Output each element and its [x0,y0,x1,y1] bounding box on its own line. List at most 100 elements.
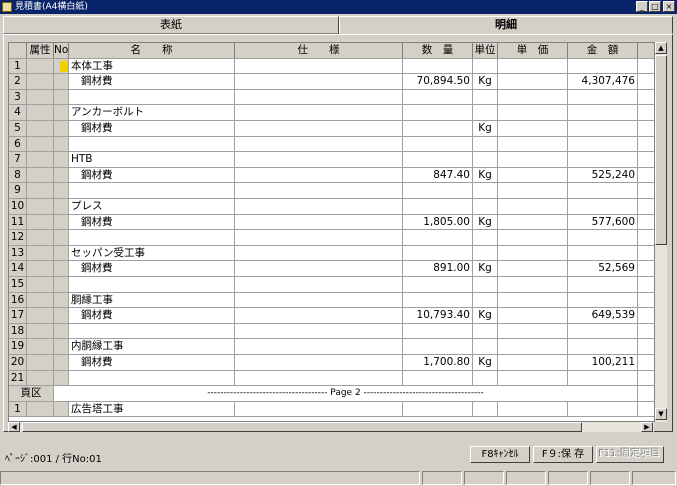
attr-cell[interactable] [27,245,54,261]
amount-cell[interactable] [568,136,638,152]
price-cell[interactable] [498,89,568,105]
attr-cell[interactable] [27,401,54,417]
table-row[interactable]: 5 鋼材費 Kg [9,121,654,137]
spec-cell[interactable] [235,183,403,198]
qty-cell[interactable]: 10,793.40 [403,308,473,323]
spec-cell[interactable] [235,308,403,323]
amount-cell[interactable] [568,89,638,105]
amount-cell[interactable] [568,230,638,245]
qty-cell[interactable] [403,183,473,198]
unit-cell[interactable] [473,277,498,292]
qty-cell[interactable] [403,323,473,339]
name-cell[interactable]: 鋼材費 [69,167,235,183]
attr-cell[interactable] [27,214,54,230]
attr-cell[interactable] [27,277,54,292]
qty-cell[interactable] [403,136,473,152]
name-cell[interactable] [69,136,235,152]
unit-cell[interactable] [473,245,498,261]
table-row[interactable]: 6 [9,136,654,153]
price-cell[interactable] [498,58,568,74]
qty-cell[interactable] [403,230,473,245]
no-cell[interactable] [54,121,69,136]
scroll-left-icon[interactable]: ◀ [8,422,20,432]
unit-cell[interactable]: Kg [473,355,498,370]
unit-cell[interactable] [473,292,498,308]
qty-cell[interactable] [403,121,473,136]
scroll-thumb[interactable] [655,55,667,245]
price-cell[interactable] [498,277,568,292]
attr-cell[interactable] [27,105,54,120]
table-row[interactable]: 17 鋼材費 10,793.40 Kg 649,539 [9,308,654,324]
scroll-down-icon[interactable]: ▼ [655,408,667,420]
amount-cell[interactable] [568,370,638,386]
cancel-button[interactable]: F8ｷｬﾝｾﾙ [470,446,530,463]
qty-cell[interactable] [403,152,473,167]
no-cell[interactable] [54,245,69,261]
spec-cell[interactable] [235,121,403,136]
attr-cell[interactable] [27,183,54,198]
hscroll-thumb[interactable] [22,422,582,432]
name-cell[interactable]: セッパン受工事 [69,245,235,261]
table-row[interactable]: 15 [9,277,654,293]
table-row[interactable]: 20 鋼材費 1,700.80 Kg 100,211 [9,355,654,371]
unit-cell[interactable] [473,58,498,74]
price-cell[interactable] [498,230,568,245]
attr-cell[interactable] [27,323,54,339]
no-cell[interactable] [54,214,69,230]
table-row[interactable]: 13 セッパン受工事 [9,245,654,262]
table-row[interactable]: 1 広告塔工事 [9,401,654,418]
spec-cell[interactable] [235,105,403,120]
no-cell[interactable] [54,183,69,198]
name-cell[interactable]: 鋼材費 [69,355,235,370]
amount-cell[interactable] [568,183,638,198]
no-cell[interactable] [54,308,69,323]
price-cell[interactable] [498,323,568,339]
table-row[interactable]: 11 鋼材費 1,805.00 Kg 577,600 [9,214,654,231]
attr-cell[interactable] [27,292,54,308]
spec-cell[interactable] [235,339,403,354]
name-cell[interactable]: 鋼材費 [69,308,235,323]
price-cell[interactable] [498,370,568,386]
amount-cell[interactable] [568,121,638,136]
spec-cell[interactable] [235,167,403,183]
spec-cell[interactable] [235,355,403,370]
unit-cell[interactable] [473,105,498,120]
name-cell[interactable]: 広告塔工事 [69,401,235,417]
no-cell[interactable] [54,136,69,152]
amount-cell[interactable]: 100,211 [568,355,638,370]
table-row[interactable]: 2 鋼材費 70,894.50 Kg 4,307,476 [9,74,654,90]
name-cell[interactable]: 本体工事 [69,58,235,74]
no-cell[interactable] [54,261,69,276]
unit-cell[interactable] [473,152,498,167]
table-row[interactable]: 9 [9,183,654,199]
table-row[interactable]: 7 HTB [9,152,654,168]
attr-cell[interactable] [27,58,54,74]
qty-cell[interactable]: 891.00 [403,261,473,276]
table-row[interactable]: 19 内胴縁工事 [9,339,654,355]
unit-cell[interactable]: Kg [473,121,498,136]
amount-cell[interactable] [568,58,638,74]
no-cell[interactable] [54,152,69,167]
amount-cell[interactable] [568,339,638,354]
attr-cell[interactable] [27,261,54,276]
spec-cell[interactable] [235,230,403,245]
attr-cell[interactable] [27,89,54,105]
qty-cell[interactable]: 847.40 [403,167,473,183]
name-cell[interactable] [69,89,235,105]
amount-cell[interactable] [568,323,638,339]
table-row[interactable]: 1 本体工事 [9,58,654,75]
qty-cell[interactable]: 1,700.80 [403,355,473,370]
spec-cell[interactable] [235,401,403,417]
qty-cell[interactable] [403,199,473,214]
unit-cell[interactable]: Kg [473,74,498,89]
attr-cell[interactable] [27,74,54,89]
spec-cell[interactable] [235,199,403,214]
price-cell[interactable] [498,339,568,354]
vertical-scrollbar[interactable]: ▲ ▼ [654,42,667,422]
price-cell[interactable] [498,199,568,214]
name-cell[interactable] [69,323,235,339]
close-button[interactable]: × [663,1,675,12]
table-row[interactable]: 18 [9,323,654,340]
name-cell[interactable]: 内胴縁工事 [69,339,235,354]
fixed-items-button[interactable]: F11:固定項目 [596,446,664,463]
